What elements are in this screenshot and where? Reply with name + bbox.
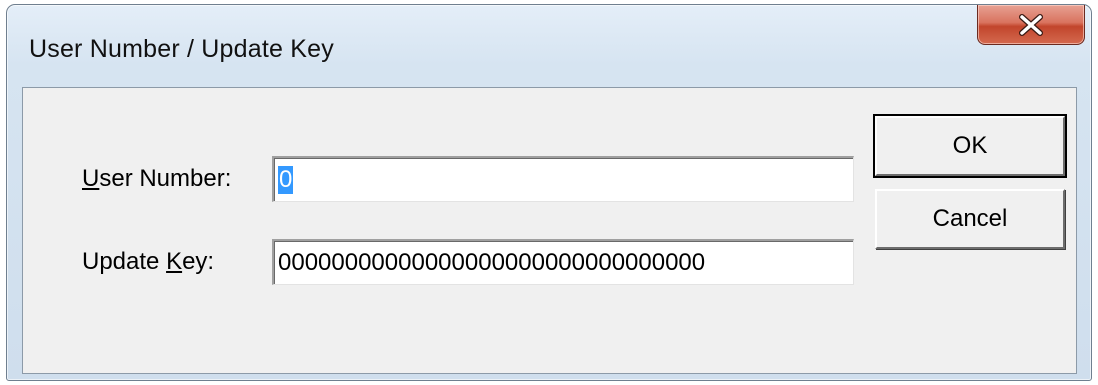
- ok-button[interactable]: OK: [873, 114, 1067, 178]
- title-bar[interactable]: User Number / Update Key: [7, 5, 1091, 87]
- cancel-button[interactable]: Cancel: [875, 189, 1065, 249]
- user-number-label: User Number:: [82, 165, 231, 193]
- user-number-value: 0: [278, 165, 294, 194]
- update-key-label: Update Key:: [82, 248, 214, 276]
- update-key-hotkey: K: [166, 248, 183, 275]
- update-key-label-text: ey:: [182, 248, 215, 275]
- dialog-window: User Number / Update Key User Number: 0 …: [6, 4, 1092, 381]
- user-number-label-text: ser Number:: [99, 165, 232, 192]
- close-button[interactable]: [977, 5, 1085, 45]
- close-icon: [1019, 13, 1043, 36]
- user-number-hotkey: U: [82, 165, 100, 192]
- dialog-title: User Number / Update Key: [29, 35, 334, 63]
- update-key-input[interactable]: 00000000000000000000000000000000: [272, 239, 854, 285]
- dialog-body: User Number: 0 Update Key: 0000000000000…: [22, 87, 1077, 374]
- update-key-label-prefix: Update: [82, 248, 167, 275]
- update-key-value: 00000000000000000000000000000000: [278, 248, 706, 276]
- user-number-input[interactable]: 0: [272, 156, 854, 202]
